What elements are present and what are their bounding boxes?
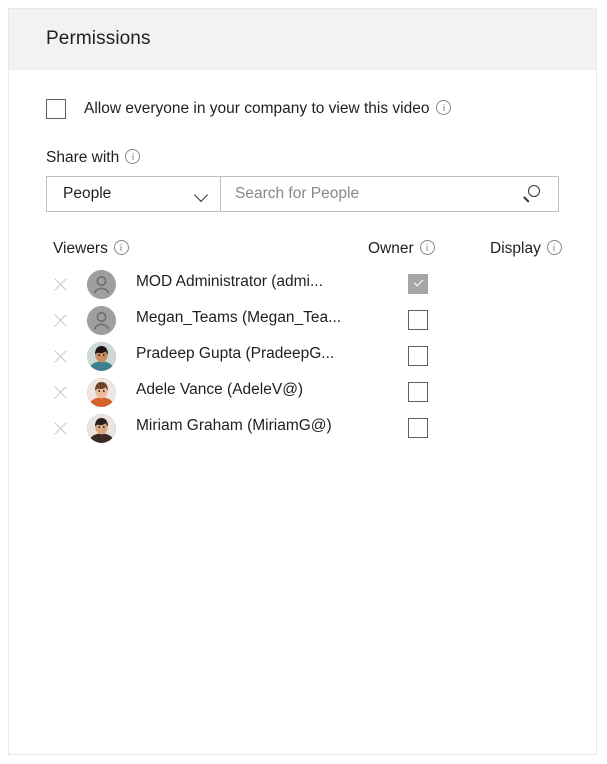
viewer-name: Miriam Graham (MiriamG@) — [136, 417, 332, 434]
allow-everyone-label: Allow everyone in your company to view t… — [84, 100, 452, 118]
panel-body: Allow everyone in your company to view t… — [9, 70, 596, 446]
page-title: Permissions — [46, 28, 151, 49]
share-controls: People — [46, 176, 559, 212]
share-with-label: Share with — [46, 149, 559, 167]
close-icon[interactable] — [52, 348, 69, 365]
viewer-name: Adele Vance (AdeleV@) — [136, 381, 304, 398]
share-with-text: Share with — [46, 149, 120, 166]
share-with-dropdown[interactable]: People — [46, 176, 221, 212]
viewer-name: Pradeep Gupta (PradeepG... — [136, 345, 335, 362]
viewer-name: Megan_Teams (Megan_Tea... — [136, 309, 342, 326]
table-row: Miriam Graham (MiriamG@) — [46, 410, 559, 446]
close-icon[interactable] — [52, 276, 69, 293]
chevron-down-icon — [195, 188, 208, 201]
table-row: Megan_Teams (Megan_Tea... — [46, 302, 559, 338]
info-icon[interactable] — [436, 100, 452, 115]
table-header-row: Viewers Owner Display — [46, 240, 562, 266]
avatar — [87, 270, 116, 299]
allow-everyone-checkbox[interactable] — [46, 99, 66, 119]
column-header-display: Display — [490, 240, 562, 258]
search-box[interactable] — [221, 176, 559, 212]
table-row: MOD Administrator (admi... — [46, 266, 559, 302]
close-icon[interactable] — [52, 312, 69, 329]
info-icon[interactable] — [419, 240, 435, 255]
avatar — [87, 378, 116, 407]
search-input[interactable] — [235, 185, 522, 203]
permissions-panel: Permissions Allow everyone in your compa… — [8, 8, 597, 755]
column-header-owner: Owner — [368, 240, 435, 258]
table-row: Adele Vance (AdeleV@) — [46, 374, 559, 410]
owner-checkbox — [408, 274, 428, 294]
owner-checkbox[interactable] — [408, 310, 428, 330]
allow-everyone-row[interactable]: Allow everyone in your company to view t… — [46, 70, 559, 119]
share-with-dropdown-value: People — [63, 185, 112, 202]
avatar — [87, 414, 116, 443]
search-icon[interactable] — [522, 183, 544, 205]
column-header-viewers-label: Viewers — [53, 240, 108, 257]
close-icon[interactable] — [52, 420, 69, 437]
avatar — [87, 306, 116, 335]
column-header-display-label: Display — [490, 240, 541, 257]
close-icon[interactable] — [52, 384, 69, 401]
viewers-table: Viewers Owner Display MOD Administrator … — [46, 240, 562, 446]
allow-everyone-text: Allow everyone in your company to view t… — [84, 100, 430, 117]
avatar — [87, 342, 116, 371]
owner-checkbox[interactable] — [408, 346, 428, 366]
column-header-owner-label: Owner — [368, 240, 414, 257]
owner-checkbox[interactable] — [408, 382, 428, 402]
table-row: Pradeep Gupta (PradeepG... — [46, 338, 559, 374]
panel-header: Permissions — [9, 9, 596, 70]
viewer-name: MOD Administrator (admi... — [136, 273, 323, 290]
column-header-viewers: Viewers — [53, 240, 129, 258]
owner-checkbox[interactable] — [408, 418, 428, 438]
info-icon[interactable] — [125, 149, 141, 164]
info-icon[interactable] — [113, 240, 129, 255]
info-icon[interactable] — [546, 240, 562, 255]
